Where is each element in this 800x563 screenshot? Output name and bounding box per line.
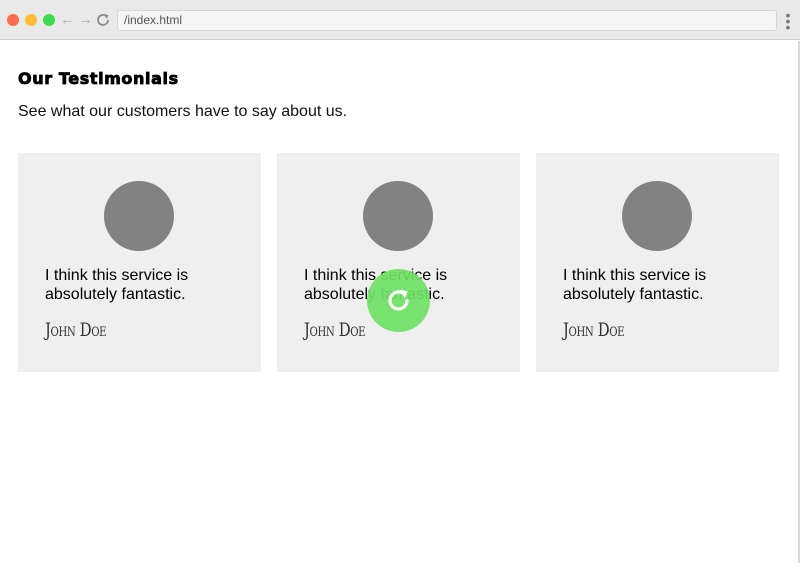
close-window-button[interactable]	[7, 14, 19, 26]
minimize-window-button[interactable]	[25, 14, 37, 26]
testimonial-quote: I think this service is absolutely fanta…	[563, 267, 707, 303]
avatar	[622, 181, 692, 251]
testimonial-card: I think this service is absolutely fanta…	[277, 153, 520, 372]
testimonial-author: John Doe	[45, 319, 107, 341]
forward-arrow-icon[interactable]: →	[78, 11, 93, 29]
avatar	[363, 181, 433, 251]
reload-icon[interactable]	[95, 12, 111, 28]
testimonial-quote: I think this service is absolutely fanta…	[45, 267, 189, 303]
refresh-icon	[388, 289, 409, 311]
back-arrow-icon[interactable]: ←	[60, 11, 75, 29]
testimonial-author: John Doe	[304, 319, 366, 341]
page-title: Our Testimonials	[18, 69, 179, 89]
address-bar[interactable]: /index.html	[117, 10, 777, 31]
testimonial-card: I think this service is absolutely fanta…	[18, 153, 261, 372]
testimonial-card: I think this service is absolutely fanta…	[536, 153, 779, 372]
avatar	[104, 181, 174, 251]
page-subtitle: See what our customers have to say about…	[18, 103, 348, 120]
testimonial-author: John Doe	[563, 319, 625, 341]
kebab-menu-icon[interactable]: • • •	[784, 8, 792, 34]
browser-toolbar: ← → /index.html • • •	[0, 0, 800, 40]
refresh-button[interactable]	[367, 269, 430, 332]
maximize-window-button[interactable]	[43, 14, 55, 26]
